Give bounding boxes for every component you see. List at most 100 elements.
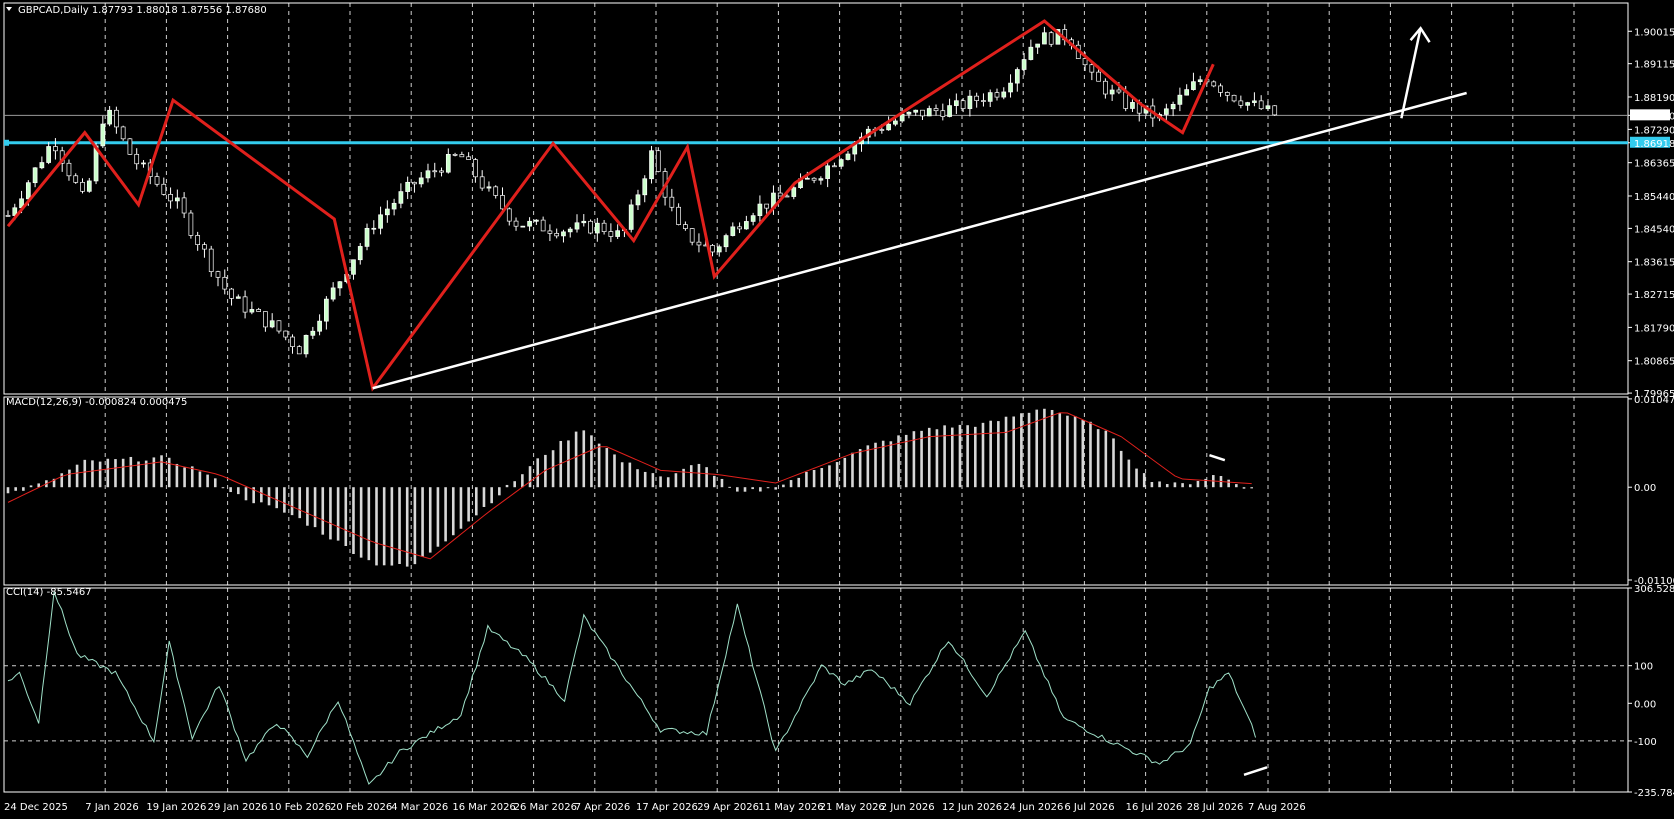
candle-body (1224, 92, 1230, 96)
macd-histogram-bar (751, 487, 754, 490)
candle-body (39, 162, 45, 169)
candle-body (818, 178, 824, 181)
macd-histogram-bar (221, 487, 225, 489)
trend-line[interactable] (372, 91, 1467, 390)
macd-histogram-bar (321, 487, 325, 535)
candle-body (1211, 81, 1217, 87)
macd-histogram-bar (329, 487, 332, 540)
candle-body (337, 281, 343, 289)
macd-histogram-bar (843, 457, 847, 488)
price-tick-label: 1.85440 (1634, 192, 1674, 203)
candle-body (222, 276, 228, 290)
macd-histogram-bar (697, 463, 701, 488)
date-tick-label: 6 Jul 2026 (1064, 802, 1114, 813)
panel-frame (3, 587, 1629, 793)
date-tick-label: 26 Mar 2026 (514, 802, 577, 813)
candle-body (1021, 59, 1027, 70)
candle-body (168, 194, 173, 202)
candle-body (635, 194, 641, 206)
candle-body (412, 181, 417, 185)
macd-histogram-bar (1043, 408, 1046, 488)
price-tick-label: 1.86365 (1634, 159, 1674, 170)
candle-body (1238, 100, 1244, 106)
cci-divergence-mark[interactable] (1243, 766, 1268, 776)
candle-body (1191, 81, 1196, 90)
candle-body (473, 159, 478, 178)
up-arrow-shaft[interactable] (1400, 27, 1422, 119)
support-line-handle[interactable] (4, 139, 9, 146)
candle-body (256, 309, 261, 312)
candle-body (1028, 46, 1034, 60)
macd-histogram-bar (1096, 429, 1100, 488)
candle-body (330, 287, 336, 300)
macd-divergence-mark[interactable] (1209, 453, 1226, 462)
macd-histogram-bar (997, 421, 1000, 488)
candle-body (351, 259, 356, 275)
candle-body (141, 162, 146, 165)
macd-histogram-bar (1066, 415, 1069, 488)
candle-body (114, 109, 119, 128)
macd-histogram-bar (451, 487, 455, 536)
candle-body (188, 212, 194, 236)
macd-histogram-bar (904, 434, 908, 488)
date-tick-label: 7 Jan 2026 (85, 802, 139, 813)
candle-body (1231, 94, 1237, 102)
macd-histogram-bar (114, 459, 117, 488)
macd-histogram-bar (367, 487, 371, 561)
date-tick-label: 28 Jul 2026 (1187, 802, 1244, 813)
macd-histogram-bar (974, 426, 977, 488)
cci-line (7, 591, 1257, 785)
date-tick-label: 29 Apr 2026 (697, 802, 759, 813)
candle-body (601, 222, 607, 232)
candle-body (838, 159, 844, 167)
macd-histogram-bar (382, 487, 386, 566)
macd-histogram-bar (467, 487, 470, 522)
price-panel[interactable] (4, 19, 1628, 392)
date-tick-label: 21 May 2026 (820, 802, 885, 813)
macd-histogram-bar (643, 471, 647, 488)
candle-body (987, 92, 993, 102)
candle-body (1014, 69, 1020, 84)
candle-body (500, 195, 505, 210)
candle-body (493, 186, 499, 196)
macd-histogram-bar (889, 441, 893, 488)
candle-body (1096, 71, 1101, 82)
macd-histogram-bar (835, 462, 839, 488)
macd-histogram-bar (1227, 479, 1230, 488)
candle-body (324, 298, 329, 322)
macd-histogram-bar (705, 467, 708, 488)
candle-body (269, 320, 275, 328)
price-tick-label: 1.88190 (1634, 93, 1674, 104)
candle-body (107, 109, 112, 125)
candle-body (1008, 82, 1013, 93)
candle-body (1103, 80, 1108, 95)
candle-body (242, 296, 248, 313)
candle-body (594, 222, 600, 234)
candle-body (981, 100, 986, 102)
candle-body (791, 187, 797, 197)
price-tick-label: 1.86918 (1634, 139, 1674, 150)
cci-panel[interactable] (4, 591, 1628, 785)
macd-histogram-bar (421, 487, 424, 557)
candle-body (283, 330, 289, 338)
candle-body (398, 191, 404, 204)
candle-body (1170, 104, 1176, 110)
candle-body (127, 138, 133, 155)
trading-chart[interactable]: 1.90015 1.89115 1.88190 1.87680 1.87290 1.869… (0, 0, 1674, 819)
macd-histogram-bar (436, 487, 440, 547)
macd-panel[interactable] (6, 408, 1253, 567)
candle-body (574, 222, 580, 230)
macd-histogram-bar (444, 487, 447, 542)
macd-histogram-bar (160, 455, 163, 488)
candle-body (357, 246, 363, 261)
caret-down-icon[interactable] (6, 7, 12, 11)
candle-body (1123, 91, 1129, 109)
macd-histogram-bar (567, 440, 570, 488)
candle-body (161, 183, 167, 195)
zigzag-line[interactable] (6, 19, 1215, 392)
candle-body (445, 154, 451, 173)
macd-histogram-bar (167, 457, 171, 488)
panel-frame (3, 396, 1629, 586)
macd-histogram-bar (198, 471, 202, 488)
macd-histogram-bar (720, 478, 724, 488)
